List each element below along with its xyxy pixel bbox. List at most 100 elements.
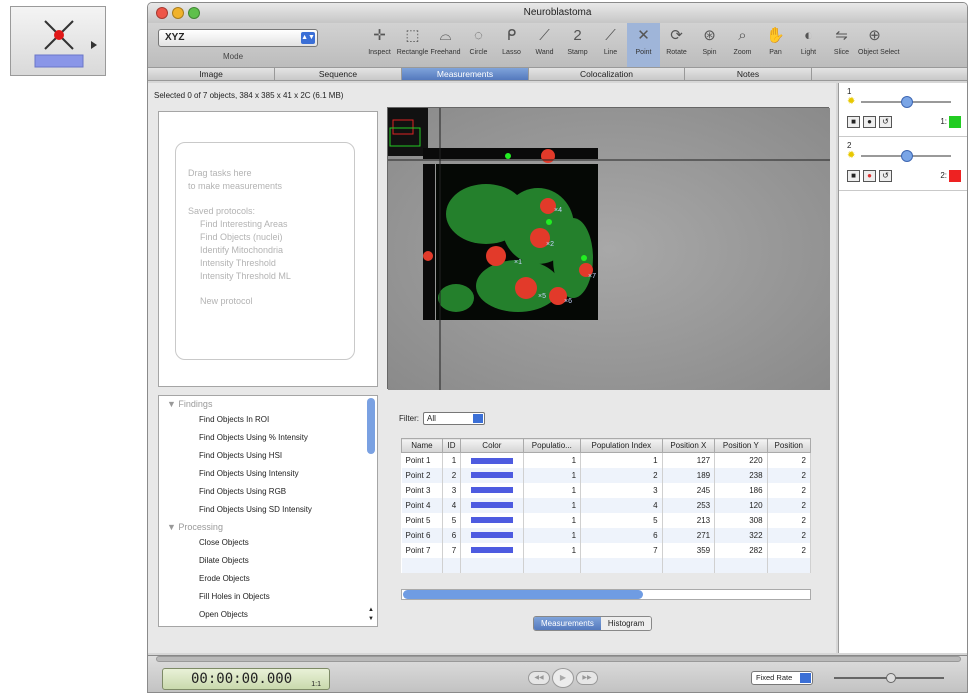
task-item[interactable]: Find Objects In ROI (159, 411, 377, 429)
tool-object-select[interactable]: ⊕ Object Select (858, 23, 900, 67)
channel-mode-button[interactable]: ■ (847, 170, 860, 182)
task-scrollbar[interactable] (367, 398, 375, 454)
tool-rotate[interactable]: ⟳ Rotate (660, 23, 693, 67)
timeline-bar[interactable] (156, 656, 961, 662)
tool-pan[interactable]: ✋ Pan (759, 23, 792, 67)
tool-stamp[interactable]: 2 Stamp (561, 23, 594, 67)
cell-z: 2 (767, 467, 812, 483)
protocol-dropzone[interactable]: Drag tasks here to make measurements Sav… (158, 111, 378, 387)
playback-speed-slider[interactable] (834, 673, 944, 683)
fast-forward-icon[interactable]: ▶▶ (576, 671, 598, 685)
tab-measurements-view[interactable]: Measurements (534, 617, 601, 630)
column-header[interactable]: Position Y (714, 438, 768, 453)
tool-zoom[interactable]: ⌕ Zoom (726, 23, 759, 67)
table-row[interactable]: Point 7 7 1 7 359 282 2 (401, 542, 812, 558)
table-row[interactable]: Point 5 5 1 5 213 308 2 (401, 512, 812, 528)
column-header[interactable]: Populatio... (522, 438, 582, 453)
tab-colocalization[interactable]: Colocalization (529, 68, 685, 80)
column-header[interactable]: Position X (661, 438, 716, 453)
svg-text:×1: ×1 (514, 259, 522, 266)
tool-rectangle[interactable]: ⬚ Rectangle (396, 23, 429, 67)
protocol-item[interactable]: Intensity Threshold ML (188, 270, 342, 283)
table-row[interactable]: Point 6 6 1 6 271 322 2 (401, 527, 812, 543)
task-group-findings[interactable]: ▼ Findings (159, 396, 377, 411)
task-item[interactable]: Fill Holes in Objects (159, 588, 377, 606)
channel-display-button[interactable]: ● (863, 170, 876, 182)
cell-y: 120 (714, 497, 768, 513)
tool-circle[interactable]: ◌ Circle (462, 23, 495, 67)
channel-display-button[interactable]: ● (863, 116, 876, 128)
task-group-processing[interactable]: ▼ Processing (159, 519, 377, 534)
zoom-window-button[interactable] (188, 7, 200, 19)
rewind-icon[interactable]: ◀◀ (528, 671, 550, 685)
channel-2-slider[interactable] (861, 150, 951, 162)
mode-select[interactable]: XYZ ▲▼ (158, 29, 318, 47)
table-row[interactable]: Point 4 4 1 4 253 120 2 (401, 497, 812, 513)
task-item[interactable]: Find Objects Using SD Intensity (159, 501, 377, 519)
protocol-item[interactable]: Identify Mitochondria (188, 244, 342, 257)
slider-knob[interactable] (886, 673, 896, 683)
image-viewer[interactable]: ×1 ×2 ×5 ×6 ×7 ×4 (387, 107, 830, 390)
cell-x: 253 (662, 497, 716, 513)
empty-cell (767, 557, 812, 573)
tab-sequence[interactable]: Sequence (275, 68, 402, 80)
task-item[interactable]: Close Objects (159, 534, 377, 552)
task-item[interactable]: Open Objects (159, 606, 377, 624)
task-item[interactable]: Find Objects Using Intensity (159, 465, 377, 483)
protocol-item[interactable]: Find Interesting Areas (188, 218, 342, 231)
tool-spin[interactable]: ⊛ Spin (693, 23, 726, 67)
cell-pop: 1 (523, 452, 582, 468)
tool-light[interactable]: ◐ Light (792, 23, 825, 67)
tab-notes[interactable]: Notes (685, 68, 812, 80)
tool-wand[interactable]: ⟋ Wand (528, 23, 561, 67)
mode-label: Mode (223, 52, 244, 61)
tab-image[interactable]: Image (148, 68, 275, 80)
microscopy-image[interactable]: ×1 ×2 ×5 ×6 ×7 ×4 (388, 108, 830, 390)
cell-pop: 1 (523, 467, 582, 483)
protocol-item[interactable]: Intensity Threshold (188, 257, 342, 270)
column-header[interactable]: Population Index (580, 438, 663, 453)
column-header[interactable]: ID (441, 438, 462, 453)
table-row[interactable]: Point 2 2 1 2 189 238 2 (401, 467, 812, 483)
play-icon[interactable]: ▶ (552, 668, 574, 688)
tab-measurements[interactable]: Measurements (402, 68, 529, 80)
task-item[interactable]: Dilate Objects (159, 552, 377, 570)
column-header[interactable]: Color (460, 438, 524, 453)
empty-cell (460, 557, 524, 573)
task-item[interactable]: Find Objects Using HSI (159, 447, 377, 465)
column-header[interactable]: Position (766, 438, 812, 453)
channel-color-swatch[interactable] (949, 116, 961, 128)
tool-slice[interactable]: ⇋ Slice (825, 23, 858, 67)
tool-lasso[interactable]: ᑭ Lasso (495, 23, 528, 67)
task-item[interactable]: Find Objects Using % Intensity (159, 429, 377, 447)
table-row[interactable]: Point 3 3 1 3 245 186 2 (401, 482, 812, 498)
dropzone-hint-2: to make measurements (188, 181, 283, 191)
table-row[interactable]: Point 1 1 1 1 127 220 2 (401, 452, 812, 468)
tool-point[interactable]: ✕ Point (627, 23, 660, 67)
channel-color-swatch[interactable] (949, 170, 961, 182)
reset-icon[interactable]: ↺ (879, 170, 892, 182)
reset-icon[interactable]: ↺ (879, 116, 892, 128)
channel-1-slider[interactable] (861, 96, 951, 108)
minimize-window-button[interactable] (172, 7, 184, 19)
point-tool-icon[interactable] (10, 6, 106, 76)
protocol-item[interactable]: Find Objects (nuclei) (188, 231, 342, 244)
column-header[interactable]: Name (401, 438, 443, 453)
new-protocol-link[interactable]: New protocol (188, 295, 342, 308)
task-item[interactable]: Find Objects Using RGB (159, 483, 377, 501)
tool-line[interactable]: ⟋ Line (594, 23, 627, 67)
task-item[interactable]: Erode Objects (159, 570, 377, 588)
close-window-button[interactable] (156, 7, 168, 19)
slider-knob[interactable] (901, 96, 913, 108)
tool-inspect[interactable]: ✛ Inspect (363, 23, 396, 67)
filter-select[interactable]: All (423, 412, 485, 425)
timecode-value: 00:00:00.000 (191, 671, 293, 687)
table-hscroll-thumb[interactable] (403, 590, 643, 599)
tool-freehand[interactable]: ⌓ Freehand (429, 23, 462, 67)
scroll-arrows-icon[interactable]: ▲ ▼ (367, 606, 375, 624)
channel-mode-button[interactable]: ■ (847, 116, 860, 128)
rectangle-icon: ⬚ (405, 27, 420, 44)
rate-select[interactable]: Fixed Rate (751, 671, 813, 685)
slider-knob[interactable] (901, 150, 913, 162)
tab-histogram-view[interactable]: Histogram (600, 617, 652, 630)
